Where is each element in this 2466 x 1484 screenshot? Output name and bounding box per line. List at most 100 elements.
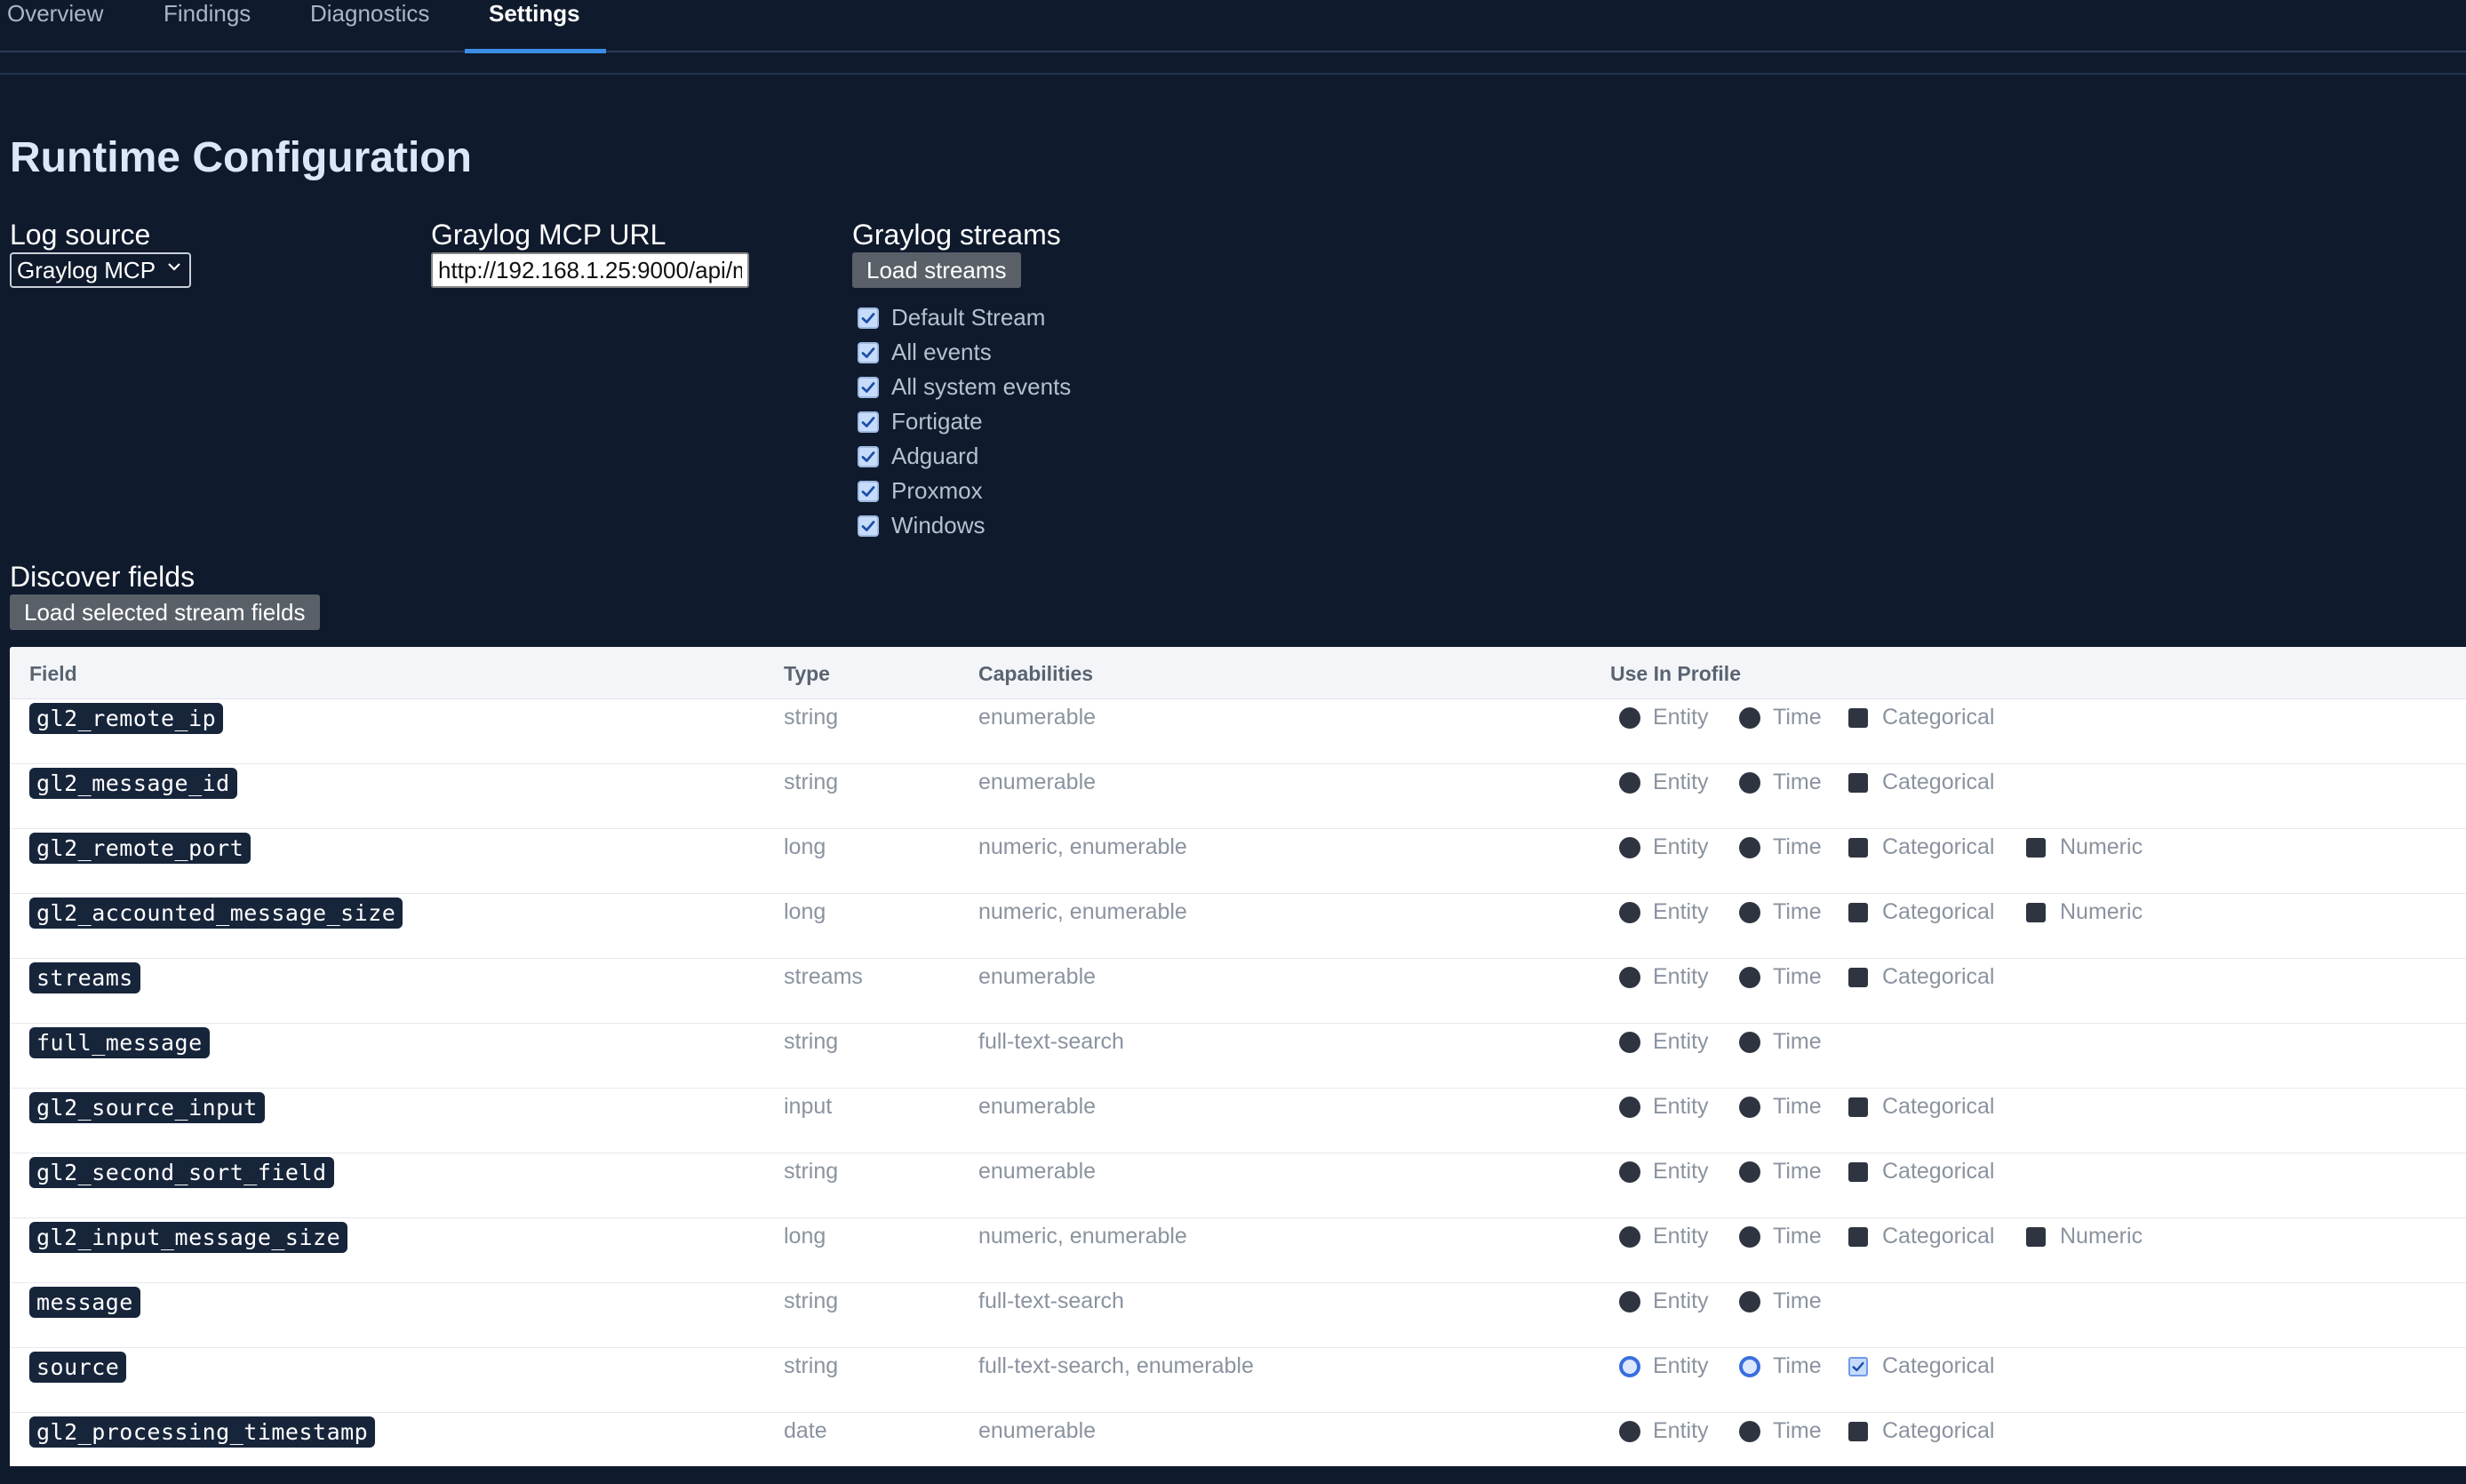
- entity-option[interactable]: Entity: [1619, 1289, 1709, 1314]
- categorical-checkbox[interactable]: [1848, 1356, 1868, 1376]
- entity-option[interactable]: Entity: [1619, 1224, 1709, 1249]
- time-option[interactable]: Time: [1739, 1289, 1822, 1314]
- categorical-checkbox[interactable]: [1848, 1226, 1868, 1247]
- entity-radio[interactable]: [1619, 1096, 1640, 1118]
- tab-overview[interactable]: Overview: [7, 0, 103, 51]
- entity-radio[interactable]: [1619, 1225, 1640, 1248]
- entity-radio[interactable]: [1619, 1031, 1640, 1053]
- stream-item[interactable]: Default Stream: [858, 300, 1071, 335]
- stream-checkbox[interactable]: [858, 307, 879, 329]
- categorical-checkbox[interactable]: [1848, 1421, 1868, 1441]
- time-radio[interactable]: [1739, 901, 1760, 923]
- load-selected-stream-fields-button[interactable]: Load selected stream fields: [10, 594, 320, 630]
- categorical-checkbox[interactable]: [1848, 902, 1868, 922]
- load-streams-button[interactable]: Load streams: [852, 252, 1021, 288]
- categorical-checkbox[interactable]: [1848, 967, 1868, 987]
- time-radio[interactable]: [1739, 771, 1760, 794]
- stream-item[interactable]: Proxmox: [858, 474, 1071, 508]
- entity-label: Entity: [1653, 1353, 1709, 1378]
- stream-checkbox[interactable]: [858, 376, 879, 398]
- categorical-option[interactable]: Categorical: [1848, 1159, 1994, 1185]
- time-radio[interactable]: [1739, 966, 1760, 988]
- time-option[interactable]: Time: [1739, 1418, 1822, 1444]
- categorical-option[interactable]: Categorical: [1848, 1094, 1994, 1120]
- entity-radio[interactable]: [1619, 771, 1640, 794]
- time-option[interactable]: Time: [1739, 1159, 1822, 1185]
- entity-option[interactable]: Entity: [1619, 964, 1709, 990]
- numeric-option[interactable]: Numeric: [2026, 1224, 2143, 1249]
- page-title: Runtime Configuration: [10, 134, 472, 181]
- entity-option[interactable]: Entity: [1619, 1353, 1709, 1379]
- bottom-edge: [0, 1466, 2466, 1484]
- entity-radio[interactable]: [1619, 1420, 1640, 1442]
- categorical-checkbox[interactable]: [1848, 837, 1868, 858]
- entity-option[interactable]: Entity: [1619, 1418, 1709, 1444]
- tab-diagnostics[interactable]: Diagnostics: [310, 0, 429, 51]
- categorical-option[interactable]: Categorical: [1848, 770, 1994, 795]
- entity-option[interactable]: Entity: [1619, 899, 1709, 925]
- entity-option[interactable]: Entity: [1619, 834, 1709, 860]
- time-radio[interactable]: [1739, 1225, 1760, 1248]
- stream-item[interactable]: All system events: [858, 370, 1071, 404]
- time-option[interactable]: Time: [1739, 1353, 1822, 1379]
- time-option[interactable]: Time: [1739, 899, 1822, 925]
- numeric-checkbox[interactable]: [2026, 1226, 2046, 1247]
- numeric-option[interactable]: Numeric: [2026, 899, 2143, 925]
- time-radio[interactable]: [1739, 1031, 1760, 1053]
- time-option[interactable]: Time: [1739, 705, 1822, 730]
- stream-checkbox[interactable]: [858, 445, 879, 467]
- entity-option[interactable]: Entity: [1619, 1029, 1709, 1055]
- stream-checkbox[interactable]: [858, 411, 879, 433]
- entity-radio[interactable]: [1619, 836, 1640, 858]
- entity-radio[interactable]: [1619, 706, 1640, 729]
- time-radio[interactable]: [1739, 1096, 1760, 1118]
- categorical-checkbox[interactable]: [1848, 707, 1868, 728]
- time-option[interactable]: Time: [1739, 1094, 1822, 1120]
- entity-radio[interactable]: [1619, 1355, 1640, 1377]
- header-capabilities: Capabilities: [978, 662, 1094, 685]
- tab-findings[interactable]: Findings: [164, 0, 251, 51]
- stream-item[interactable]: Windows: [858, 508, 1071, 543]
- categorical-option[interactable]: Categorical: [1848, 1353, 1994, 1379]
- categorical-option[interactable]: Categorical: [1848, 1418, 1994, 1444]
- entity-radio[interactable]: [1619, 901, 1640, 923]
- stream-checkbox[interactable]: [858, 480, 879, 502]
- categorical-checkbox[interactable]: [1848, 1161, 1868, 1182]
- time-radio[interactable]: [1739, 1355, 1760, 1377]
- categorical-option[interactable]: Categorical: [1848, 964, 1994, 990]
- entity-radio[interactable]: [1619, 1290, 1640, 1312]
- time-option[interactable]: Time: [1739, 964, 1822, 990]
- entity-option[interactable]: Entity: [1619, 1094, 1709, 1120]
- stream-item[interactable]: Fortigate: [858, 404, 1071, 439]
- stream-checkbox[interactable]: [858, 515, 879, 537]
- categorical-option[interactable]: Categorical: [1848, 705, 1994, 730]
- stream-item[interactable]: Adguard: [858, 439, 1071, 474]
- time-radio[interactable]: [1739, 706, 1760, 729]
- stream-checkbox[interactable]: [858, 341, 879, 363]
- mcp-url-input[interactable]: [431, 252, 749, 288]
- time-radio[interactable]: [1739, 1161, 1760, 1183]
- numeric-option[interactable]: Numeric: [2026, 834, 2143, 860]
- entity-option[interactable]: Entity: [1619, 1159, 1709, 1185]
- categorical-option[interactable]: Categorical: [1848, 834, 1994, 860]
- numeric-checkbox[interactable]: [2026, 902, 2046, 922]
- time-option[interactable]: Time: [1739, 770, 1822, 795]
- time-radio[interactable]: [1739, 1420, 1760, 1442]
- entity-option[interactable]: Entity: [1619, 770, 1709, 795]
- stream-item[interactable]: All events: [858, 335, 1071, 370]
- entity-radio[interactable]: [1619, 1161, 1640, 1183]
- time-radio[interactable]: [1739, 836, 1760, 858]
- entity-option[interactable]: Entity: [1619, 705, 1709, 730]
- categorical-checkbox[interactable]: [1848, 772, 1868, 793]
- entity-radio[interactable]: [1619, 966, 1640, 988]
- categorical-option[interactable]: Categorical: [1848, 899, 1994, 925]
- time-option[interactable]: Time: [1739, 1029, 1822, 1055]
- categorical-checkbox[interactable]: [1848, 1097, 1868, 1117]
- categorical-option[interactable]: Categorical: [1848, 1224, 1994, 1249]
- time-radio[interactable]: [1739, 1290, 1760, 1312]
- tab-settings[interactable]: Settings: [465, 0, 606, 53]
- time-option[interactable]: Time: [1739, 834, 1822, 860]
- log-source-select[interactable]: Graylog MCP: [10, 252, 191, 288]
- numeric-checkbox[interactable]: [2026, 837, 2046, 858]
- time-option[interactable]: Time: [1739, 1224, 1822, 1249]
